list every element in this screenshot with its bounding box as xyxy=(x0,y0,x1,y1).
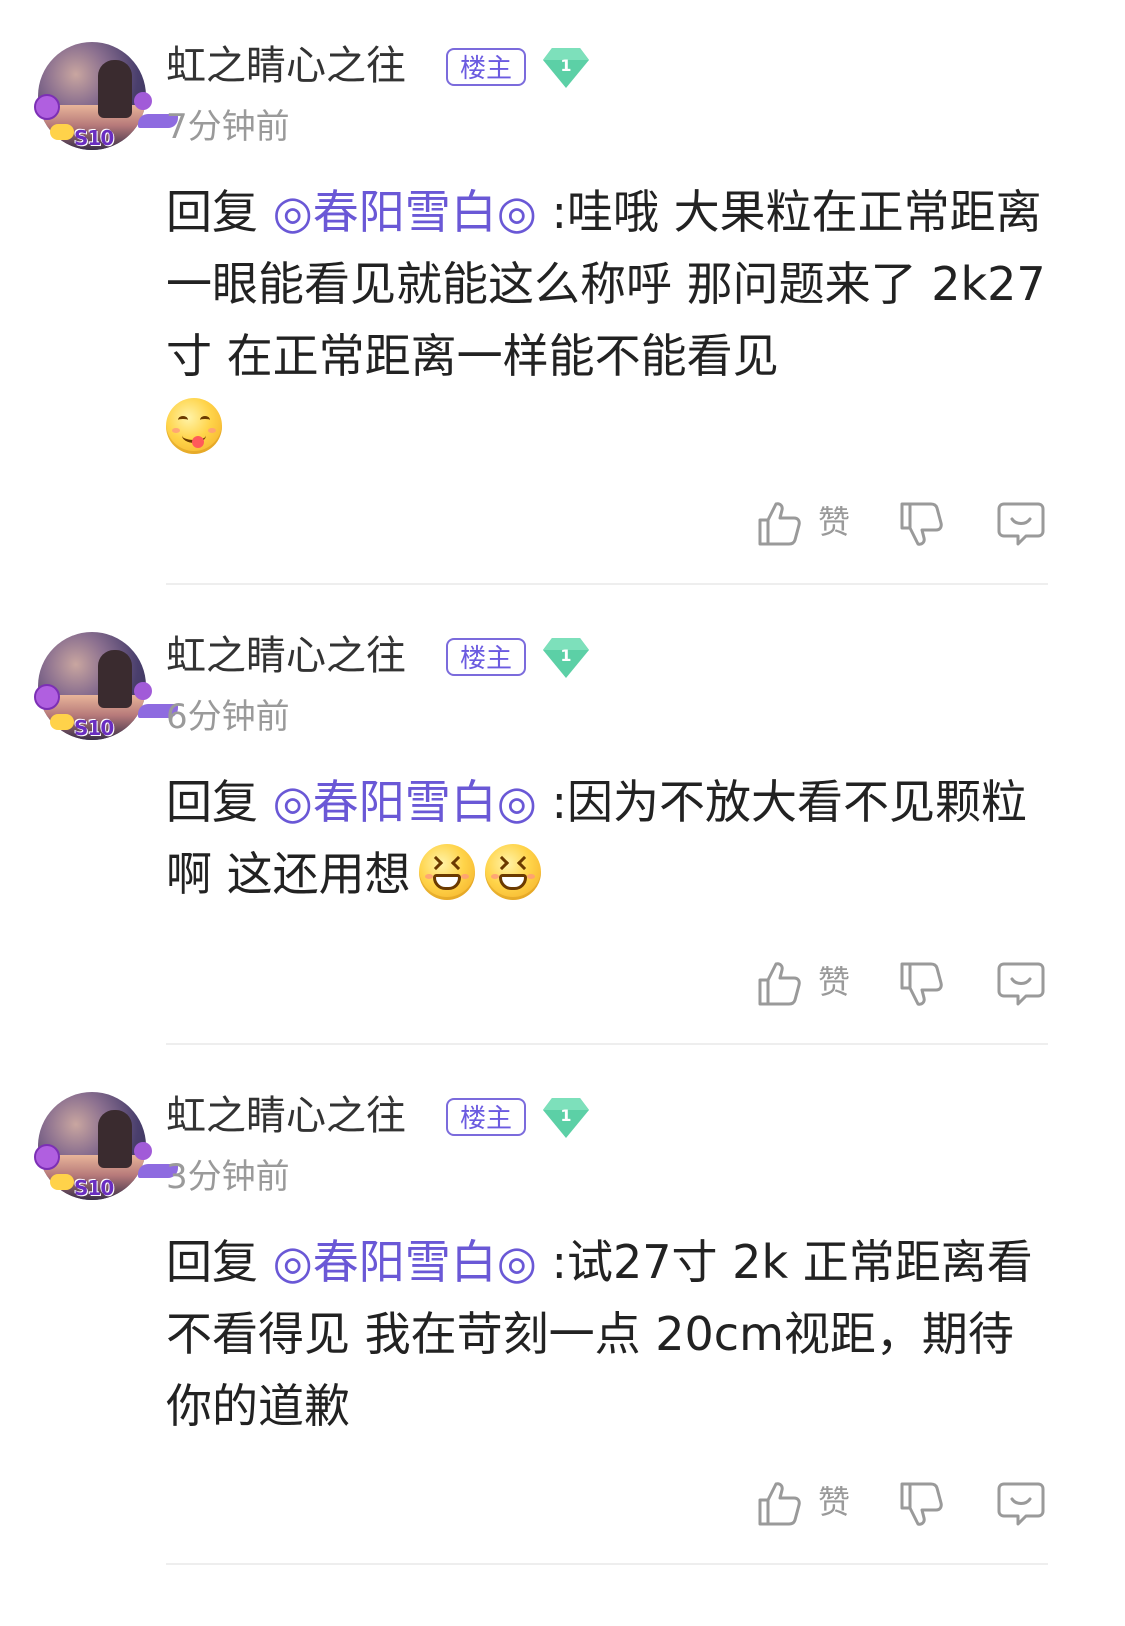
dislike-button[interactable] xyxy=(898,1480,946,1530)
avatar-frame-decoration xyxy=(34,94,60,120)
comment-text: 回复 ◎春阳雪白◎ :哇哦 大果粒在正常距离一眼能看见就能这么称呼 那问题来了 … xyxy=(166,176,1046,464)
avatar-season-badge: S10 xyxy=(74,126,114,150)
comment-actions: 赞 xyxy=(0,956,1125,1016)
avatar-frame-decoration xyxy=(34,1144,60,1170)
level-gem-icon: 1 xyxy=(542,1096,590,1140)
avatar[interactable]: S10 xyxy=(34,42,178,152)
divider xyxy=(166,583,1048,585)
timestamp: 6分钟前 xyxy=(166,697,290,737)
op-tag: 楼主 xyxy=(446,1098,526,1136)
thumbs-up-icon xyxy=(758,962,801,1006)
laugh-emoji xyxy=(418,844,475,900)
reply-bubble-icon xyxy=(997,502,1045,546)
avatar-frame-decoration xyxy=(34,684,60,710)
comment-text: 回复 ◎春阳雪白◎ :试27寸 2k 正常距离看不看得见 我在苛刻一点 20cm… xyxy=(166,1226,1046,1442)
reply-bubble-icon xyxy=(997,962,1045,1006)
divider xyxy=(166,1563,1048,1565)
username[interactable]: 虹之睛心之往 xyxy=(166,1090,406,1142)
level-gem-icon: 1 xyxy=(542,636,590,680)
avatar-frame-decoration xyxy=(50,124,74,140)
level-number: 1 xyxy=(560,56,571,75)
thumbs-up-icon xyxy=(758,1482,801,1526)
level-number: 1 xyxy=(560,646,571,665)
mention-link[interactable]: ◎春阳雪白◎ xyxy=(273,775,537,829)
reply-bubble-icon xyxy=(997,1482,1045,1526)
like-label: 赞 xyxy=(818,503,851,541)
op-tag: 楼主 xyxy=(446,48,526,86)
thumbs-down-icon xyxy=(900,1482,943,1526)
like-label: 赞 xyxy=(818,963,851,1001)
reply-button[interactable] xyxy=(996,1480,1046,1528)
avatar-season-badge: S10 xyxy=(74,1176,114,1200)
avatar-season-badge: S10 xyxy=(74,716,114,740)
timestamp: 7分钟前 xyxy=(166,107,290,147)
yum-emoji xyxy=(166,398,222,454)
thumbs-down-icon xyxy=(900,962,943,1006)
mention-link[interactable]: ◎春阳雪白◎ xyxy=(273,1235,537,1289)
avatar[interactable]: S10 xyxy=(34,1092,178,1202)
username[interactable]: 虹之睛心之往 xyxy=(166,40,406,92)
comment-text: 回复 ◎春阳雪白◎ :因为不放大看不见颗粒啊 这还用想 xyxy=(166,766,1046,910)
op-tag: 楼主 xyxy=(446,638,526,676)
dislike-button[interactable] xyxy=(898,960,946,1010)
reply-prefix: 回复 xyxy=(166,775,273,829)
avatar-frame-decoration xyxy=(50,1174,74,1190)
level-number: 1 xyxy=(560,1106,571,1125)
username[interactable]: 虹之睛心之往 xyxy=(166,630,406,682)
timestamp: 3分钟前 xyxy=(166,1157,290,1197)
reply-prefix: 回复 xyxy=(166,185,273,239)
mention-link[interactable]: ◎春阳雪白◎ xyxy=(273,185,537,239)
comment-actions: 赞 xyxy=(0,1476,1125,1536)
level-gem-icon: 1 xyxy=(542,46,590,90)
laugh-emoji xyxy=(484,844,541,900)
like-label: 赞 xyxy=(818,1483,851,1521)
divider xyxy=(166,1043,1048,1045)
avatar-frame-decoration xyxy=(134,1142,152,1160)
reply-prefix: 回复 xyxy=(166,1235,273,1289)
reply-button[interactable] xyxy=(996,500,1046,548)
reply-button[interactable] xyxy=(996,960,1046,1008)
dislike-button[interactable] xyxy=(898,500,946,550)
avatar-frame-decoration xyxy=(134,682,152,700)
thumbs-down-icon xyxy=(900,502,943,546)
thumbs-up-icon xyxy=(758,502,801,546)
avatar-frame-decoration xyxy=(134,92,152,110)
comment-actions: 赞 xyxy=(0,496,1125,556)
avatar-frame-decoration xyxy=(50,714,74,730)
avatar[interactable]: S10 xyxy=(34,632,178,742)
